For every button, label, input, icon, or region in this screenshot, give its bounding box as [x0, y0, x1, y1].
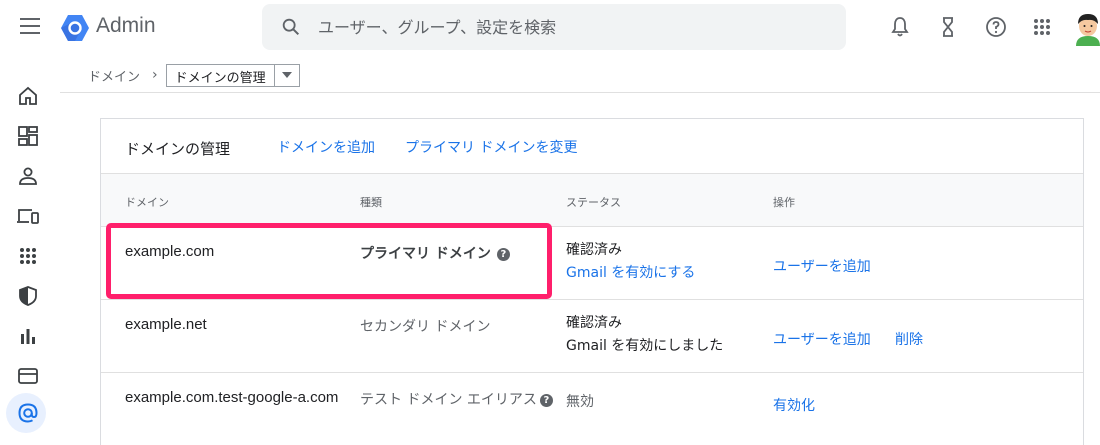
domain-status: 確認済み Gmail を有効にしました	[566, 312, 723, 358]
add-users-link[interactable]: ユーザーを追加	[773, 256, 871, 276]
status-subtext: Gmail を有効にしました	[566, 338, 724, 354]
admin-logo-icon[interactable]	[60, 13, 90, 43]
delete-domain-link[interactable]: 削除	[895, 329, 923, 349]
status-text: 確認済み	[566, 315, 622, 331]
status-text: 無効	[566, 394, 594, 410]
dashboard-icon[interactable]	[16, 124, 40, 148]
search-bar[interactable]	[262, 4, 846, 50]
breadcrumb-separator: ›	[152, 67, 158, 83]
notifications-bell-icon[interactable]	[888, 15, 912, 39]
domain-type: セカンダリ ドメイン	[360, 319, 491, 335]
apps-icon[interactable]	[16, 244, 40, 268]
table-row: example.com.test-google-a.com テスト ドメイン エ…	[101, 373, 1083, 445]
apps-grid-icon[interactable]	[1030, 15, 1054, 39]
activate-link[interactable]: 有効化	[773, 395, 815, 415]
reports-bar-chart-icon[interactable]	[16, 324, 40, 348]
column-header-domain: ドメイン	[125, 196, 169, 209]
user-avatar-icon[interactable]	[1072, 10, 1100, 46]
card-header: ドメインの管理 ドメインを追加 プライマリ ドメインを変更	[101, 119, 1083, 174]
card-title: ドメインの管理	[125, 140, 231, 158]
app-title[interactable]: Admin	[96, 14, 156, 38]
devices-icon[interactable]	[16, 204, 40, 228]
breadcrumb-parent-domains[interactable]: ドメイン	[88, 66, 140, 85]
top-app-bar: Admin	[0, 0, 1100, 56]
breadcrumb: ドメイン › ドメインの管理	[88, 62, 300, 88]
column-header-actions: 操作	[773, 196, 795, 209]
column-header-status: ステータス	[566, 196, 621, 209]
tasks-hourglass-icon[interactable]	[936, 15, 960, 39]
add-domain-link[interactable]: ドメインを追加	[277, 137, 375, 157]
billing-card-icon[interactable]	[16, 364, 40, 388]
main-menu-icon[interactable]	[20, 18, 40, 34]
breadcrumb-current-select[interactable]: ドメインの管理	[165, 63, 300, 87]
search-icon[interactable]	[280, 16, 302, 38]
header-divider	[60, 92, 1100, 93]
change-primary-domain-link[interactable]: プライマリ ドメインを変更	[405, 137, 577, 157]
home-icon[interactable]	[16, 84, 40, 108]
domain-status: 確認済み Gmail を有効にする	[566, 239, 695, 285]
domain-type: テスト ドメイン エイリアス?	[360, 389, 553, 409]
domain-type-label: プライマリ ドメイン	[360, 246, 491, 262]
users-icon[interactable]	[16, 164, 40, 188]
status-text: 確認済み	[566, 242, 622, 258]
domains-card: ドメインの管理 ドメインを追加 プライマリ ドメインを変更 ドメイン 種類 ステ…	[100, 118, 1084, 445]
domains-at-sign-icon[interactable]	[16, 401, 40, 425]
domain-type-label: テスト ドメイン エイリアス	[360, 392, 537, 408]
column-header-type: 種類	[360, 196, 382, 209]
domain-name: example.net	[125, 316, 207, 333]
help-circle-icon[interactable]: ?	[539, 393, 553, 407]
table-row: example.net セカンダリ ドメイン 確認済み Gmail を有効にしま…	[101, 300, 1083, 373]
help-circle-icon[interactable]: ?	[496, 247, 510, 261]
caret-down-icon[interactable]	[275, 65, 299, 86]
add-users-link[interactable]: ユーザーを追加	[773, 329, 871, 349]
table-row: example.com プライマリ ドメイン? 確認済み Gmail を有効にす…	[101, 227, 1083, 300]
domain-name: example.com.test-google-a.com	[125, 389, 339, 406]
search-input[interactable]	[318, 17, 798, 37]
security-shield-icon[interactable]	[16, 284, 40, 308]
help-icon[interactable]	[984, 15, 1008, 39]
breadcrumb-current-label: ドメインの管理	[167, 64, 275, 86]
domain-name: example.com	[125, 243, 215, 260]
table-header: ドメイン 種類 ステータス 操作	[101, 174, 1083, 227]
enable-gmail-link[interactable]: Gmail を有効にする	[566, 262, 695, 285]
domain-type: プライマリ ドメイン?	[360, 243, 510, 263]
